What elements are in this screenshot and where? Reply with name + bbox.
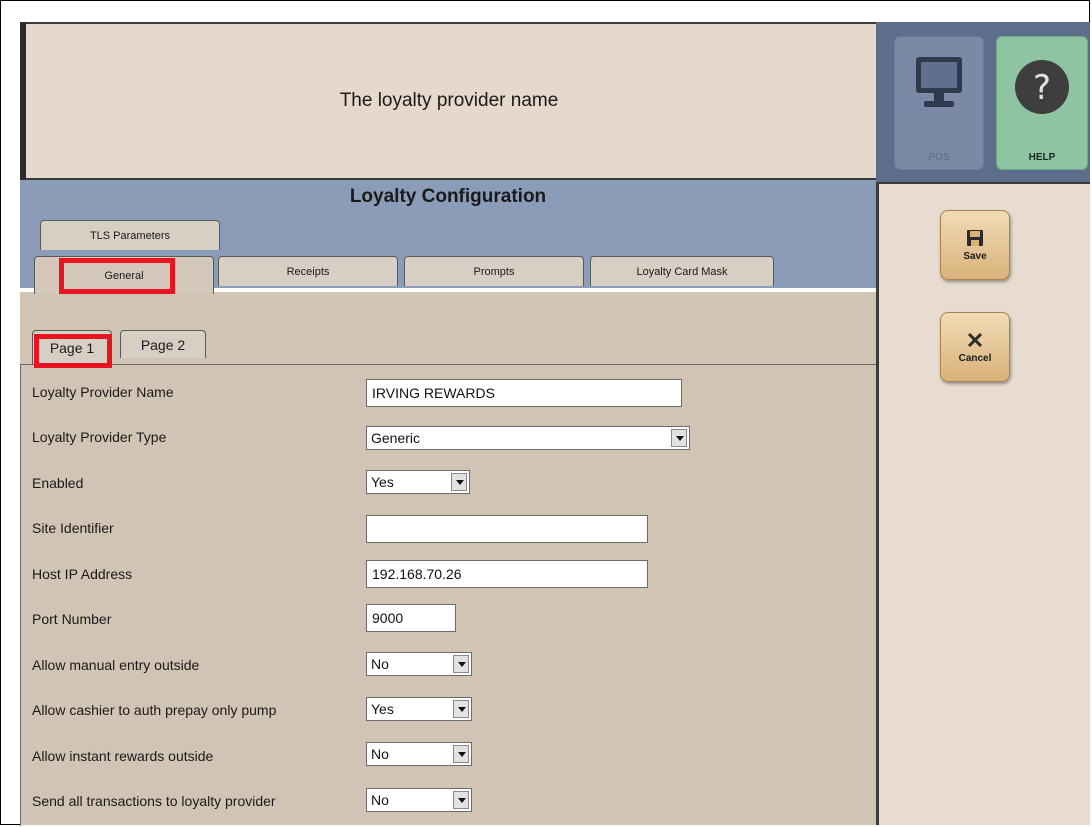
cancel-button[interactable]: Cancel bbox=[940, 312, 1010, 382]
top-right-toolbar: POS ? HELP bbox=[876, 22, 1090, 182]
message-text: The loyalty provider name bbox=[339, 90, 559, 111]
message-area: The loyalty provider name bbox=[20, 22, 876, 180]
provider-type-select[interactable]: Generic bbox=[366, 426, 690, 450]
save-button[interactable]: Save bbox=[940, 210, 1010, 280]
subtab-page-2[interactable]: Page 2 bbox=[120, 330, 206, 358]
send-all-label: Send all transactions to loyalty provide… bbox=[32, 793, 276, 809]
port-number-label: Port Number bbox=[32, 611, 112, 627]
pos-button[interactable]: POS bbox=[894, 36, 984, 170]
select-value: No bbox=[371, 656, 389, 672]
instant-rewards-select[interactable]: No bbox=[366, 742, 472, 766]
save-label: Save bbox=[963, 250, 987, 262]
pos-label: POS bbox=[928, 152, 950, 163]
select-value: Generic bbox=[371, 430, 421, 446]
tab-receipts[interactable]: Receipts bbox=[218, 256, 398, 286]
instant-rewards-label: Allow instant rewards outside bbox=[32, 748, 214, 764]
provider-type-label: Loyalty Provider Type bbox=[32, 429, 167, 445]
send-all-select[interactable]: No bbox=[366, 788, 472, 812]
tab-label: Prompts bbox=[473, 265, 515, 278]
page-title: Loyalty Configuration bbox=[349, 186, 547, 207]
manual-entry-label: Allow manual entry outside bbox=[32, 657, 200, 673]
save-icon bbox=[967, 229, 983, 246]
provider-name-input[interactable] bbox=[366, 379, 682, 407]
chevron-down-icon[interactable] bbox=[453, 745, 469, 763]
message-left-bar bbox=[20, 22, 26, 180]
monitor-icon bbox=[916, 57, 962, 107]
cashier-auth-label: Allow cashier to auth prepay only pump bbox=[32, 702, 277, 718]
tab-label: Loyalty Card Mask bbox=[636, 265, 728, 278]
chevron-down-icon[interactable] bbox=[453, 655, 469, 673]
cashier-auth-select[interactable]: Yes bbox=[366, 697, 472, 721]
select-value: No bbox=[371, 746, 389, 762]
chevron-down-icon[interactable] bbox=[453, 791, 469, 809]
host-ip-input[interactable] bbox=[366, 560, 648, 588]
general-tab-highlight bbox=[59, 258, 175, 294]
chevron-down-icon[interactable] bbox=[671, 429, 687, 447]
svg-text:?: ? bbox=[1033, 68, 1051, 108]
site-identifier-label: Site Identifier bbox=[32, 520, 114, 536]
provider-name-label: Loyalty Provider Name bbox=[32, 384, 174, 400]
subtab-label: Page 2 bbox=[140, 336, 186, 353]
chevron-down-icon[interactable] bbox=[451, 473, 467, 491]
select-value: Yes bbox=[371, 474, 394, 490]
tab-loyalty-card-mask[interactable]: Loyalty Card Mask bbox=[590, 256, 774, 286]
enabled-select[interactable]: Yes bbox=[366, 470, 470, 494]
site-identifier-input[interactable] bbox=[366, 515, 648, 543]
enabled-label: Enabled bbox=[32, 475, 84, 491]
cancel-label: Cancel bbox=[958, 352, 992, 364]
tab-prompts[interactable]: Prompts bbox=[404, 256, 584, 286]
help-button[interactable]: ? HELP bbox=[996, 36, 1088, 170]
page-1-highlight bbox=[34, 334, 112, 368]
tab-tls-parameters[interactable]: TLS Parameters bbox=[40, 220, 220, 250]
tab-label: TLS Parameters bbox=[89, 229, 171, 242]
question-icon: ? bbox=[1015, 60, 1069, 114]
close-icon bbox=[967, 332, 983, 347]
chevron-down-icon[interactable] bbox=[453, 700, 469, 718]
help-label: HELP bbox=[1028, 152, 1056, 163]
select-value: Yes bbox=[371, 701, 394, 717]
port-number-input[interactable] bbox=[366, 604, 456, 632]
select-value: No bbox=[371, 792, 389, 808]
manual-entry-select[interactable]: No bbox=[366, 652, 472, 676]
host-ip-label: Host IP Address bbox=[32, 566, 133, 582]
tab-label: Receipts bbox=[286, 265, 330, 278]
